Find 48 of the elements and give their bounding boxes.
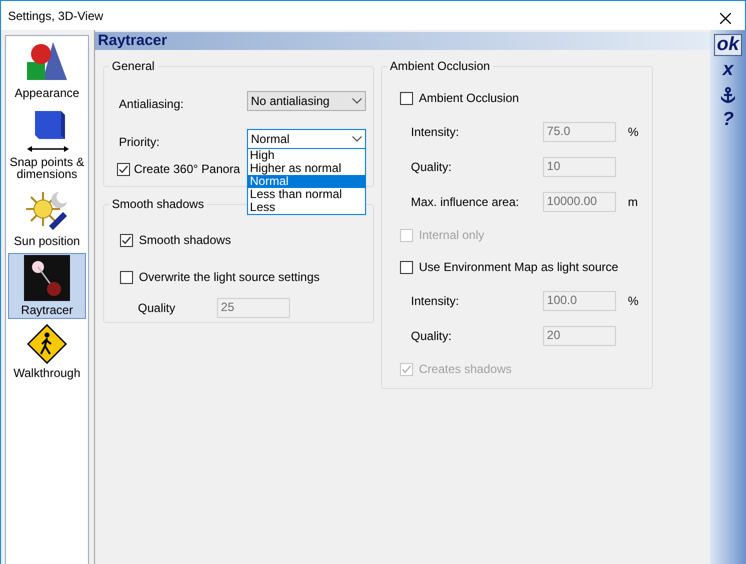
dropdown-option[interactable]: Higher as normal <box>248 162 365 175</box>
unit-label: % <box>628 124 639 141</box>
sidebar-item[interactable]: Sun position <box>8 186 86 250</box>
dropdown-option[interactable]: High <box>248 149 365 162</box>
field-label: Quality <box>138 300 176 317</box>
checkbox[interactable] <box>120 270 133 284</box>
checkbox-label: Smooth shadows <box>138 232 231 249</box>
anchor-icon <box>720 86 736 103</box>
warning-sign-icon <box>26 324 67 364</box>
field-label: Quality: <box>410 159 453 176</box>
group-title: Ambient Occlusion <box>388 59 491 73</box>
checkbox[interactable] <box>116 162 130 176</box>
checkbox-label: Use Environment Map as light source <box>418 259 618 276</box>
section-title: Raytracer <box>96 32 168 49</box>
caret-icon <box>352 98 362 104</box>
checkbox[interactable] <box>400 260 413 274</box>
checkbox[interactable] <box>400 92 413 104</box>
checkbox-label: Overwrite the light source settings <box>138 269 320 286</box>
sidebar-item[interactable]: Appearance <box>8 38 86 102</box>
checkbox-label: Internal only <box>418 227 484 244</box>
dropdown[interactable]: No antialiasing <box>246 91 366 111</box>
window-title: Settings, 3D-View <box>7 8 104 25</box>
field-label: Intensity: <box>410 293 460 310</box>
dropdown-option[interactable]: Less <box>248 201 365 214</box>
dropdown-option[interactable]: Less than normal <box>248 188 365 201</box>
checkbox-label: Creates shadows <box>418 361 512 378</box>
checkbox-label: Create 360° Panora <box>134 161 240 178</box>
sidebar-item[interactable]: Raytracer <box>8 253 86 319</box>
group-title: General <box>110 59 156 73</box>
toolbar-button[interactable]: ok <box>714 34 742 56</box>
dropdown-option[interactable]: Normal <box>248 175 365 188</box>
field-label: Intensity: <box>410 124 460 141</box>
checkbox[interactable] <box>120 234 133 246</box>
checkbox-label: Ambient Occlusion <box>418 90 519 107</box>
field-label: Quality: <box>410 328 453 345</box>
sidebar-item[interactable]: Walkthrough <box>8 322 86 382</box>
unit-label: % <box>628 293 639 310</box>
toolbar-button[interactable]: x <box>714 59 742 81</box>
field-label: Antialiasing: <box>118 96 185 113</box>
light-bulb-icon <box>24 255 70 301</box>
toolbar-button[interactable]: ? <box>714 109 742 131</box>
sidebar-item[interactable]: Snap points & dimensions <box>8 105 86 183</box>
close-icon <box>720 13 731 24</box>
field-label: Max. influence area: <box>410 194 520 211</box>
group-title: Smooth shadows <box>110 197 205 211</box>
caret-icon <box>352 136 362 142</box>
unit-label: m <box>628 194 638 211</box>
field-label: Priority: <box>118 134 161 151</box>
